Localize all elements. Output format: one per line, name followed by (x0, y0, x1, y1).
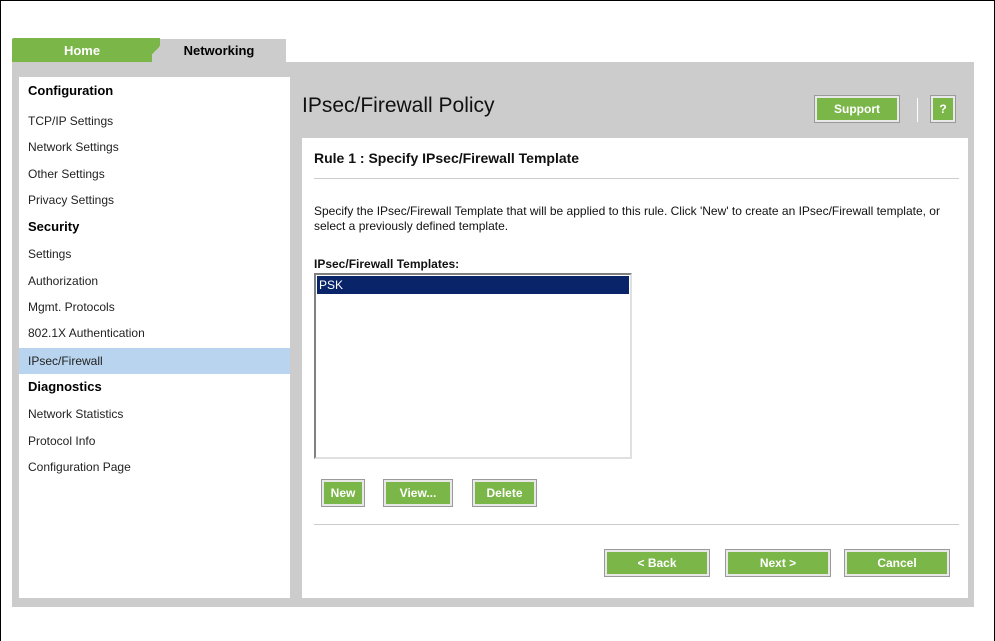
sidebar-item-network-statistics[interactable]: Network Statistics (19, 401, 290, 427)
sidebar-item-configuration-page[interactable]: Configuration Page (19, 454, 290, 480)
back-button[interactable]: < Back (604, 549, 710, 577)
sidebar-item-other-settings[interactable]: Other Settings (19, 161, 290, 187)
sidebar-item-8021x-authentication[interactable]: 802.1X Authentication (19, 320, 290, 346)
page-title: IPsec/Firewall Policy (302, 94, 495, 117)
tab-divider (152, 38, 160, 62)
sidebar-item-tcpip-settings[interactable]: TCP/IP Settings (19, 108, 290, 134)
sidebar-heading-diagnostics: Diagnostics (28, 379, 102, 394)
support-button[interactable]: Support (814, 95, 900, 123)
divider (314, 524, 959, 525)
divider (314, 178, 959, 179)
delete-button[interactable]: Delete (472, 479, 537, 507)
view-button[interactable]: View... (383, 479, 453, 507)
description-text: Specify the IPsec/Firewall Template that… (314, 204, 940, 233)
templates-list-label: IPsec/Firewall Templates: (314, 257, 460, 271)
new-button[interactable]: New (321, 479, 365, 507)
sidebar-item-ipsec-firewall[interactable]: IPsec/Firewall (19, 348, 290, 374)
next-button[interactable]: Next > (725, 549, 831, 577)
tab-home[interactable]: Home (12, 38, 152, 62)
sidebar-heading-security: Security (28, 219, 80, 234)
sidebar-heading-configuration: Configuration (28, 83, 114, 98)
sidebar-item-authorization[interactable]: Authorization (19, 268, 290, 294)
sidebar-item-protocol-info[interactable]: Protocol Info (19, 428, 290, 454)
sidebar-item-settings[interactable]: Settings (19, 241, 290, 267)
tab-networking[interactable]: Networking (152, 38, 286, 62)
header-separator (917, 98, 918, 122)
sidebar-item-privacy-settings[interactable]: Privacy Settings (19, 187, 290, 213)
sidebar-item-network-settings[interactable]: Network Settings (19, 134, 290, 160)
sidebar: Configuration TCP/IP Settings Network Se… (19, 77, 290, 598)
help-button[interactable]: ? (930, 95, 956, 123)
rule-title: Rule 1 : Specify IPsec/Firewall Template (314, 150, 580, 166)
list-item[interactable]: PSK (317, 276, 629, 294)
templates-listbox[interactable]: PSK (314, 273, 632, 459)
cancel-button[interactable]: Cancel (844, 549, 950, 577)
sidebar-item-mgmt-protocols[interactable]: Mgmt. Protocols (19, 294, 290, 320)
